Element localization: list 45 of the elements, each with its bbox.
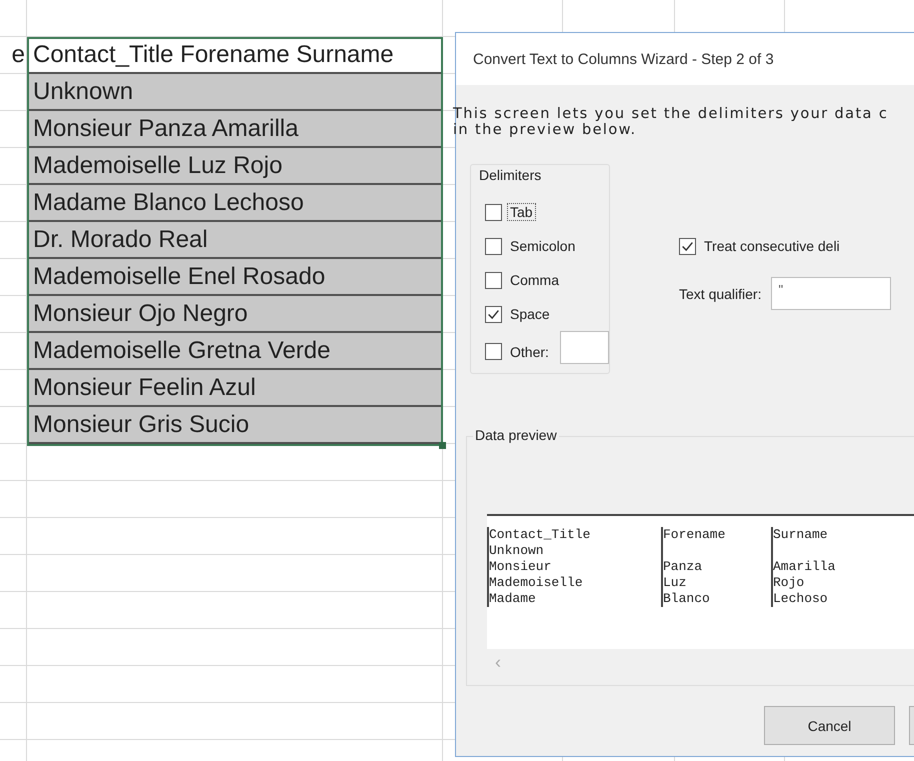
cancel-button[interactable]: Cancel [764, 706, 895, 745]
preview-text: Surname [773, 527, 828, 543]
table-cell: Monsieur Gris Sucio [27, 407, 443, 444]
checkbox-label[interactable]: Semicolon [507, 237, 578, 255]
text-qualifier-dropdown[interactable]: " [771, 277, 892, 310]
preview-text: Panza [663, 559, 702, 575]
dialog-title: Convert Text to Columns Wizard - Step 2 of 3 [473, 50, 774, 68]
checkbox-label[interactable]: Other: [507, 342, 552, 360]
preview-text: Madame [489, 591, 536, 607]
preview-text: Blanco [663, 591, 710, 607]
table-cell: Mademoiselle Gretna Verde [27, 333, 443, 370]
table-cell: Monsieur Feelin Azul [27, 370, 443, 407]
table-cell: Unknown [27, 74, 443, 111]
checkbox[interactable] [485, 238, 502, 254]
checkbox[interactable] [485, 272, 502, 288]
preview-text: Monsieur [489, 559, 552, 575]
preview-text: Forename [663, 527, 726, 543]
preview-text: Amarilla [773, 559, 836, 575]
instruction-text: This screen lets you set the delimiters your data c in the preview below. [453, 106, 890, 138]
checkbox[interactable] [679, 238, 696, 254]
table-cell: Madame Blanco Lechoso [27, 185, 443, 222]
table-cell: e [0, 37, 27, 74]
preview-text: Unknown [489, 543, 544, 559]
checkbox-label[interactable]: Tab [507, 203, 536, 221]
checkbox-label[interactable]: Comma [507, 271, 562, 289]
checkbox[interactable] [485, 204, 502, 220]
group-title: Data preview [473, 427, 559, 443]
checkbox[interactable] [485, 343, 502, 360]
table-cell: Monsieur Ojo Negro [27, 296, 443, 333]
preview-text: Mademoiselle [489, 575, 583, 591]
checkbox-label[interactable]: Treat consecutive deli [701, 237, 843, 255]
group-title: Delimiters [477, 167, 544, 183]
preview-text: Contact_Title [489, 527, 590, 543]
field-label: Text qualifier: [679, 286, 762, 302]
preview-text: Luz [663, 575, 686, 591]
table-cell: Monsieur Panza Amarilla [27, 111, 443, 148]
input-field[interactable] [560, 331, 609, 364]
checkbox-label[interactable]: Space [507, 305, 553, 323]
table-cell: Mademoiselle Enel Rosado [27, 259, 443, 296]
table-cell: Mademoiselle Luz Rojo [27, 148, 443, 185]
preview-text: Lechoso [773, 591, 828, 607]
fill-handle[interactable] [439, 442, 446, 449]
preview-text: Rojo [773, 575, 804, 591]
table-cell: Dr. Morado Real [27, 222, 443, 259]
checkbox[interactable] [485, 306, 502, 322]
